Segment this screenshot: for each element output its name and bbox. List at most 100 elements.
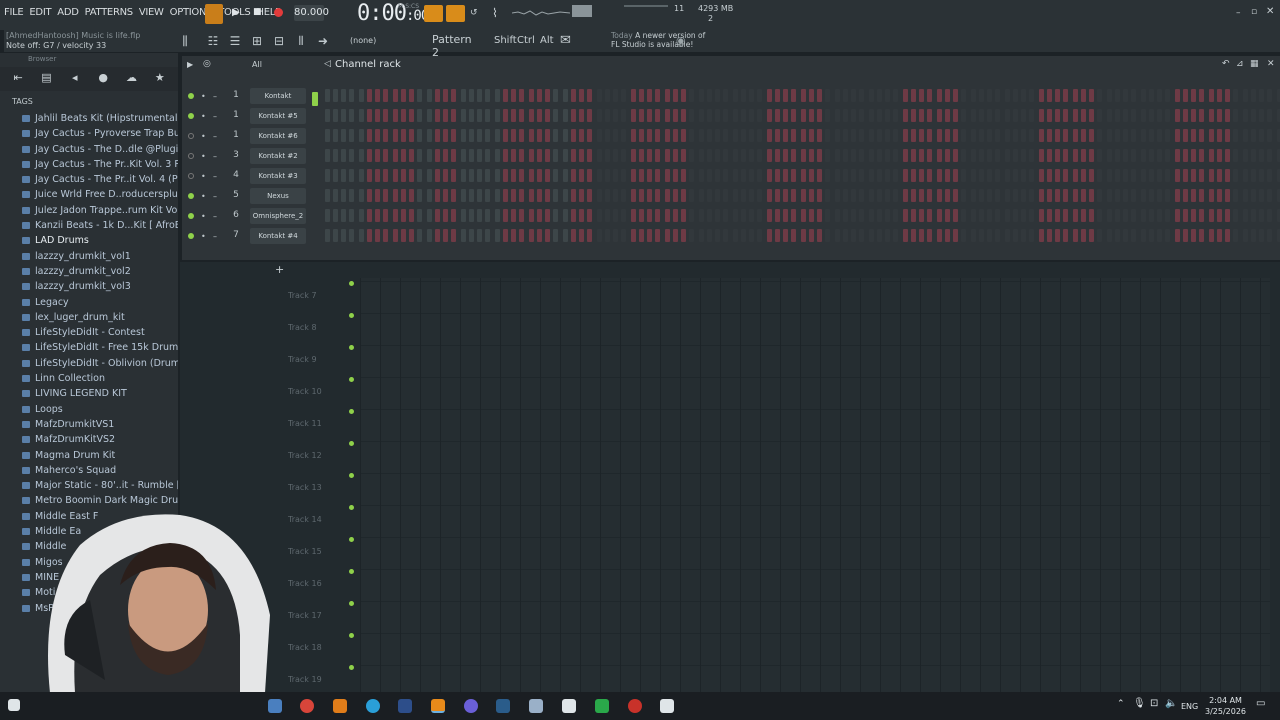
step-button[interactable] [1107, 169, 1112, 182]
step-button[interactable] [587, 89, 592, 102]
step-button[interactable] [1251, 209, 1256, 222]
metronome-button[interactable] [424, 5, 443, 22]
step-button[interactable] [545, 189, 550, 202]
step-button[interactable] [673, 149, 678, 162]
step-button[interactable] [945, 89, 950, 102]
step-button[interactable] [1089, 89, 1094, 102]
step-button[interactable] [393, 169, 398, 182]
step-button[interactable] [477, 149, 482, 162]
step-button[interactable] [791, 129, 796, 142]
menu-add[interactable]: ADD [57, 7, 79, 18]
step-button[interactable] [1029, 129, 1034, 142]
step-button[interactable] [349, 229, 354, 242]
step-button[interactable] [825, 109, 830, 122]
browser-folder[interactable]: Maherco's Squad [22, 463, 178, 478]
step-button[interactable] [953, 189, 958, 202]
step-button[interactable] [911, 169, 916, 182]
step-button[interactable] [817, 89, 822, 102]
channel-mute-led[interactable] [188, 93, 194, 99]
step-button[interactable] [1267, 189, 1272, 202]
step-button[interactable] [451, 169, 456, 182]
wait-input-button[interactable] [446, 5, 465, 22]
step-button[interactable] [519, 129, 524, 142]
step-button[interactable] [401, 189, 406, 202]
step-button[interactable] [911, 149, 916, 162]
step-button[interactable] [553, 129, 558, 142]
step-button[interactable] [529, 189, 534, 202]
step-button[interactable] [1165, 169, 1170, 182]
step-button[interactable] [367, 149, 372, 162]
channel-pan-knob[interactable]: • [201, 132, 206, 141]
step-button[interactable] [843, 169, 848, 182]
step-button[interactable] [1183, 89, 1188, 102]
step-button[interactable] [451, 129, 456, 142]
sounds-icon[interactable]: ● [89, 67, 117, 89]
step-button[interactable] [409, 169, 414, 182]
step-button[interactable] [801, 209, 806, 222]
step-button[interactable] [1131, 129, 1136, 142]
step-button[interactable] [563, 109, 568, 122]
step-button[interactable] [783, 209, 788, 222]
step-button[interactable] [383, 169, 388, 182]
step-button[interactable] [621, 109, 626, 122]
step-button[interactable] [1029, 89, 1034, 102]
microphone-icon[interactable]: 🎙 [1133, 698, 1146, 709]
step-button[interactable] [893, 229, 898, 242]
track-header[interactable]: Track 16 [280, 566, 356, 598]
browser-folder[interactable]: Jay Cactus - Pyroverse Trap Bundle [22, 126, 178, 141]
channel-name-button[interactable]: Kontakt #3 [250, 168, 306, 184]
step-button[interactable] [359, 209, 364, 222]
notepad-icon[interactable] [660, 699, 674, 713]
step-button[interactable] [783, 89, 788, 102]
step-button[interactable] [1131, 209, 1136, 222]
step-button[interactable] [673, 189, 678, 202]
step-button[interactable] [809, 109, 814, 122]
track-header[interactable]: Track 8 [280, 310, 356, 342]
step-button[interactable] [995, 109, 1000, 122]
step-button[interactable] [579, 129, 584, 142]
step-button[interactable] [1073, 109, 1078, 122]
star-icon[interactable]: ★ [146, 67, 174, 89]
step-button[interactable] [995, 209, 1000, 222]
step-button[interactable] [1233, 189, 1238, 202]
step-button[interactable] [835, 89, 840, 102]
step-button[interactable] [325, 229, 330, 242]
step-button[interactable] [495, 89, 500, 102]
step-button[interactable] [1217, 89, 1222, 102]
step-button[interactable] [1259, 109, 1264, 122]
step-button[interactable] [1089, 189, 1094, 202]
step-button[interactable] [529, 109, 534, 122]
step-button[interactable] [469, 229, 474, 242]
browser-folder[interactable]: Kanzii Beats - 1k D...Kit [ AfroBeats ] [22, 218, 178, 233]
step-button[interactable] [461, 189, 466, 202]
step-button[interactable] [383, 229, 388, 242]
step-button[interactable] [1081, 149, 1086, 162]
step-button[interactable] [1081, 229, 1086, 242]
step-button[interactable] [903, 189, 908, 202]
channel-volume-knob[interactable]: – [213, 132, 217, 141]
step-button[interactable] [655, 229, 660, 242]
step-button[interactable] [843, 229, 848, 242]
step-button[interactable] [1039, 89, 1044, 102]
step-button[interactable] [435, 109, 440, 122]
step-button[interactable] [945, 229, 950, 242]
channel-pan-knob[interactable]: • [201, 232, 206, 241]
step-button[interactable] [825, 189, 830, 202]
step-button[interactable] [919, 149, 924, 162]
browser-folder[interactable]: Legacy [22, 295, 178, 310]
channel-name-button[interactable]: Kontakt #2 [250, 148, 306, 164]
step-button[interactable] [723, 109, 728, 122]
menu-view[interactable]: VIEW [139, 7, 164, 18]
step-button[interactable] [1073, 189, 1078, 202]
step-button[interactable] [851, 89, 856, 102]
browser-folder[interactable]: LifeStyleDidIt - Oblivion (Drum Kit) [22, 356, 178, 371]
step-button[interactable] [665, 169, 670, 182]
step-button[interactable] [1021, 149, 1026, 162]
step-button[interactable] [393, 129, 398, 142]
step-button[interactable] [835, 189, 840, 202]
step-button[interactable] [953, 149, 958, 162]
undo-icon[interactable]: ↶ [1222, 59, 1230, 69]
step-button[interactable] [417, 189, 422, 202]
step-button[interactable] [665, 129, 670, 142]
step-button[interactable] [1097, 209, 1102, 222]
